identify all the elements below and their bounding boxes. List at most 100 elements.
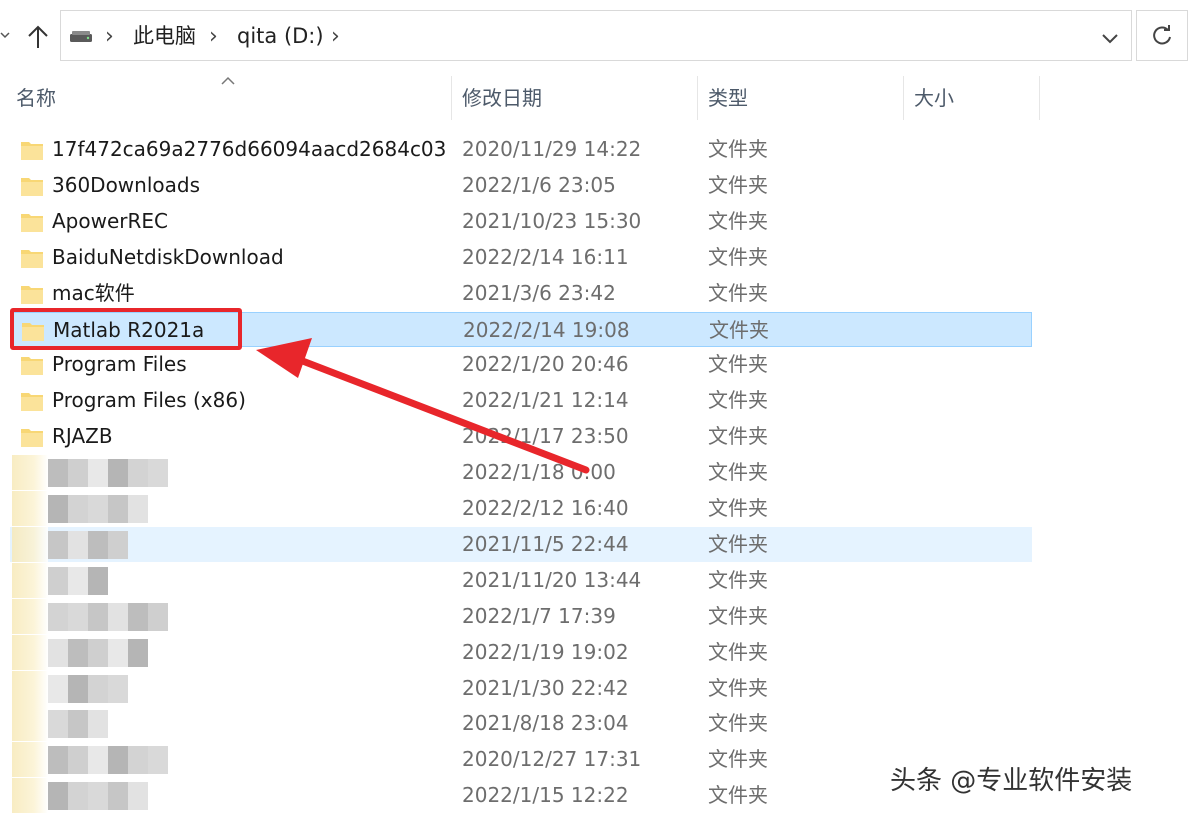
file-type: 文件夹 (708, 675, 768, 700)
file-row[interactable]: 2022/1/15 12:22 文件夹 (10, 778, 1032, 814)
file-row[interactable]: 2022/1/7 17:39 文件夹 (10, 598, 1032, 634)
file-type: 文件夹 (708, 496, 768, 520)
file-date-modified: 2022/1/19 19:02 (462, 639, 629, 664)
column-name[interactable]: 名称 (16, 76, 56, 120)
blurred-filename (48, 495, 148, 523)
file-date-modified: 2020/12/27 17:31 (462, 747, 642, 772)
file-type: 文件夹 (708, 783, 768, 808)
folder-icon (20, 283, 44, 305)
file-row[interactable]: 2022/1/19 19:02 文件夹 (10, 634, 1032, 670)
file-type: 文件夹 (708, 531, 768, 556)
folder-icon (12, 670, 48, 706)
file-type: 文件夹 (708, 280, 768, 305)
sort-ascending-icon (219, 71, 237, 85)
blurred-filename (48, 459, 168, 488)
file-date-modified: 2022/1/20 20:46 (462, 352, 629, 377)
file-type: 文件夹 (708, 603, 768, 628)
folder-icon (20, 175, 44, 197)
refresh-button[interactable] (1136, 10, 1188, 61)
folder-icon (20, 426, 44, 448)
breadcrumb-separator-icon[interactable]: › (331, 24, 340, 49)
file-type: 文件夹 (708, 711, 768, 736)
file-date-modified: 2022/1/17 23:50 (462, 424, 629, 449)
address-bar[interactable]: › 此电脑 › qita (D:) › (60, 10, 1132, 61)
breadcrumb-separator-icon[interactable]: › (209, 24, 218, 49)
file-date-modified: 2021/3/6 23:42 (462, 280, 616, 305)
folder-icon (12, 706, 48, 742)
folder-icon (12, 562, 48, 598)
file-row[interactable]: ApowerREC 2021/10/23 15:30 文件夹 (10, 204, 1032, 239)
folder-icon (12, 634, 48, 670)
file-name: 17f472ca69a2776d66094aacd2684c03 (52, 137, 447, 161)
breadcrumb-this-pc[interactable]: 此电脑 (133, 23, 196, 49)
folder-icon (20, 247, 44, 269)
file-date-modified: 2022/2/14 16:11 (462, 244, 629, 269)
folder-icon (12, 598, 48, 634)
column-divider[interactable] (451, 76, 452, 120)
file-date-modified: 2022/2/12 16:40 (462, 496, 629, 520)
up-arrow-button[interactable] (22, 20, 54, 54)
highlight-box (10, 308, 242, 350)
file-date-modified: 2022/1/15 12:22 (462, 783, 629, 808)
column-type[interactable]: 类型 (708, 76, 748, 120)
blurred-filename (48, 638, 148, 667)
file-name: BaiduNetdiskDownload (52, 244, 284, 269)
up-arrow-icon (28, 25, 48, 48)
file-row[interactable]: 2021/1/30 22:42 文件夹 (10, 670, 1032, 706)
file-name: RJAZB (52, 424, 113, 449)
folder-icon (12, 778, 48, 814)
file-row[interactable]: 17f472ca69a2776d66094aacd2684c03 2020/11/… (10, 132, 1032, 167)
file-name: 360Downloads (52, 172, 201, 197)
file-type: 文件夹 (708, 352, 768, 377)
blurred-filename (48, 746, 168, 775)
file-date-modified: 2022/2/14 19:08 (463, 317, 630, 342)
file-type: 文件夹 (708, 137, 768, 161)
column-divider[interactable] (903, 76, 904, 120)
blurred-filename (48, 566, 108, 595)
folder-icon (20, 354, 44, 376)
file-row[interactable]: 2020/12/27 17:31 文件夹 (10, 742, 1032, 778)
column-divider[interactable] (1039, 76, 1040, 120)
file-name: ApowerREC (52, 208, 168, 233)
file-date-modified: 2021/10/23 15:30 (462, 208, 642, 233)
file-date-modified: 2022/1/21 12:14 (462, 388, 629, 413)
blurred-filename (48, 710, 108, 739)
file-row[interactable]: 2022/2/12 16:40 文件夹 (10, 491, 1032, 526)
file-row[interactable]: BaiduNetdiskDownload 2022/2/14 16:11 文件夹 (10, 240, 1032, 275)
file-row[interactable]: Program Files (x86) 2022/1/21 12:14 文件夹 (10, 383, 1032, 418)
file-type: 文件夹 (708, 460, 768, 485)
file-type: 文件夹 (708, 639, 768, 664)
blurred-filename (48, 674, 128, 703)
folder-icon (12, 742, 48, 778)
blurred-filename (48, 782, 148, 811)
breadcrumb-separator-icon[interactable]: › (105, 24, 114, 49)
file-name: Program Files (x86) (52, 388, 246, 413)
recent-locations-chevron-icon[interactable] (0, 26, 10, 46)
folder-icon (20, 390, 44, 412)
column-date-modified[interactable]: 修改日期 (462, 76, 542, 120)
file-date-modified: 2021/11/20 13:44 (462, 567, 642, 592)
file-type: 文件夹 (709, 317, 769, 342)
address-history-dropdown-icon[interactable] (1097, 25, 1123, 51)
file-row[interactable]: 360Downloads 2022/1/6 23:05 文件夹 (10, 168, 1032, 203)
file-row[interactable]: 2021/8/18 23:04 文件夹 (10, 706, 1032, 742)
file-date-modified: 2021/1/30 22:42 (462, 675, 629, 700)
file-row[interactable]: mac软件 2021/3/6 23:42 文件夹 (10, 276, 1032, 311)
file-date-modified: 2021/11/5 22:44 (462, 531, 629, 556)
file-row[interactable]: 2021/11/5 22:44 文件夹 (10, 526, 1032, 562)
file-row[interactable]: 2021/11/20 13:44 文件夹 (10, 562, 1032, 598)
file-row[interactable]: RJAZB 2022/1/17 23:50 文件夹 (10, 419, 1032, 454)
file-date-modified: 2022/1/6 23:05 (462, 172, 616, 197)
file-row[interactable]: Program Files 2022/1/20 20:46 文件夹 (10, 347, 1032, 382)
column-size[interactable]: 大小 (914, 76, 954, 120)
breadcrumb-drive-d[interactable]: qita (D:) (237, 23, 324, 49)
file-type: 文件夹 (708, 567, 768, 592)
file-date-modified: 2021/8/18 23:04 (462, 711, 629, 736)
column-divider[interactable] (697, 76, 698, 120)
folder-icon (12, 526, 48, 562)
folder-icon (20, 211, 44, 233)
file-row[interactable]: 2022/1/18 0:00 文件夹 (10, 455, 1032, 491)
file-type: 文件夹 (708, 244, 768, 269)
file-name: mac软件 (52, 280, 135, 305)
file-date-modified: 2020/11/29 14:22 (462, 137, 642, 161)
